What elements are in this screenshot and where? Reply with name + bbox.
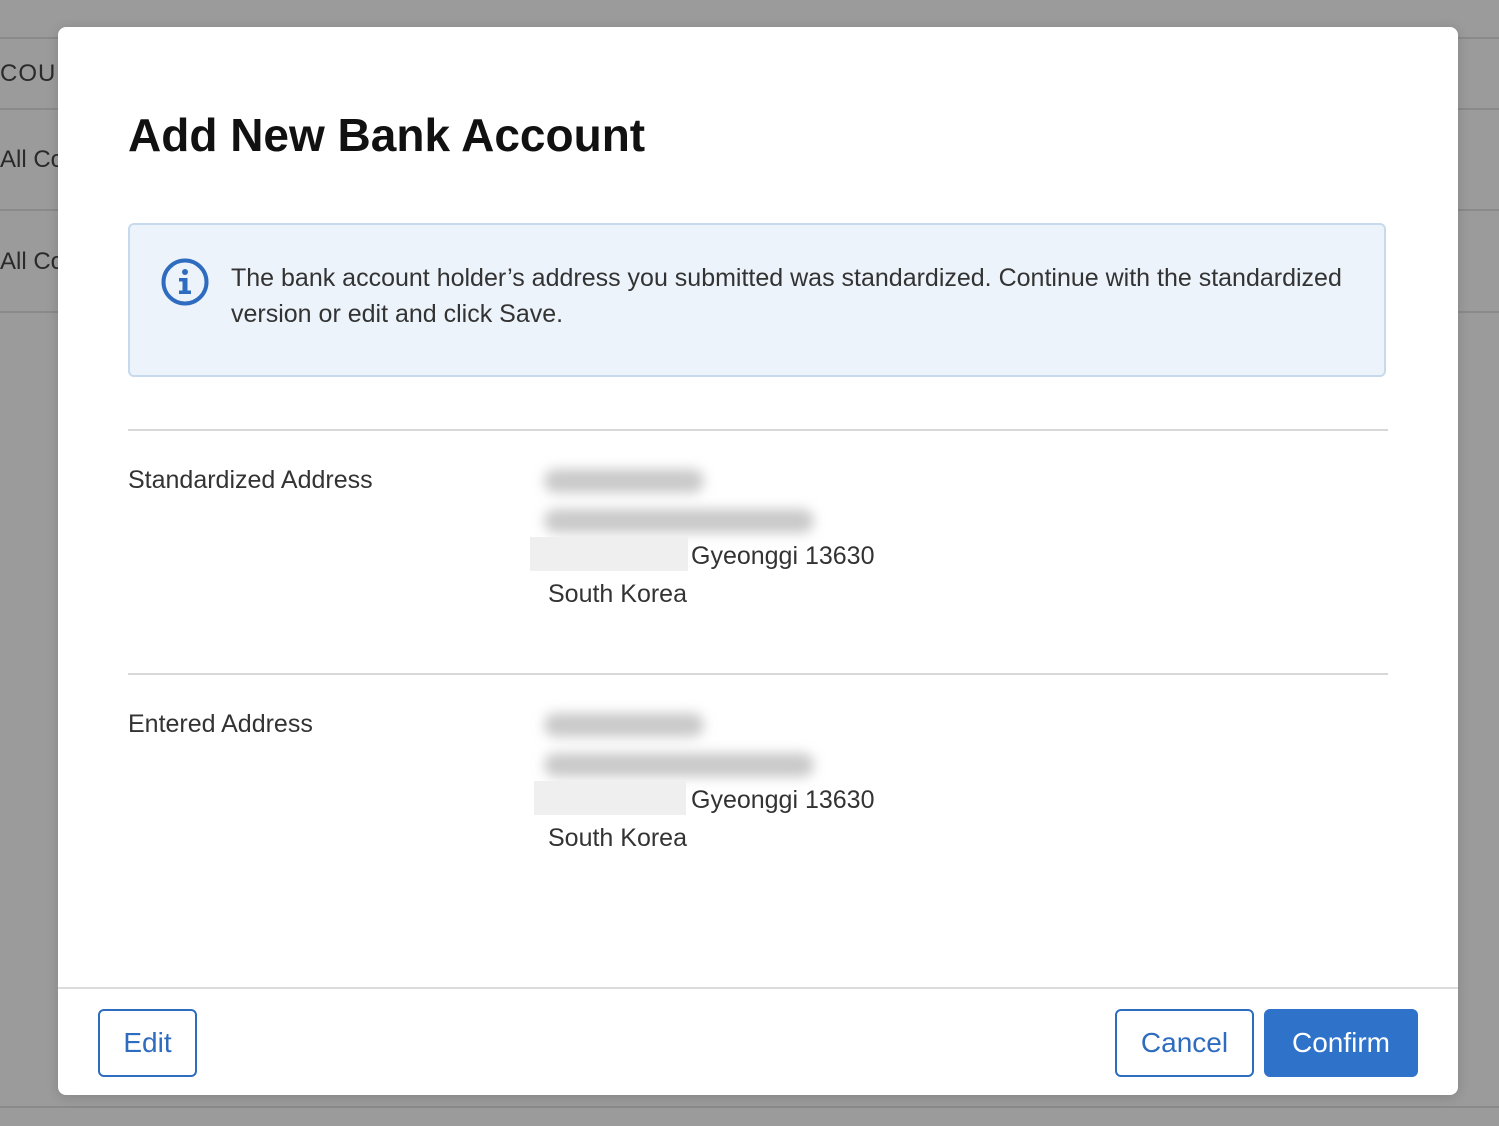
section-divider xyxy=(128,429,1388,431)
confirm-button[interactable]: Confirm xyxy=(1264,1009,1418,1077)
modal-title: Add New Bank Account xyxy=(128,109,646,161)
edit-button[interactable]: Edit xyxy=(98,1009,197,1077)
background-row-text: All Co xyxy=(0,248,65,275)
standardized-address: Gyeonggi 13630 South Korea xyxy=(530,452,950,612)
address-country: South Korea xyxy=(548,824,687,852)
info-circle-icon xyxy=(161,258,209,306)
redacted-city xyxy=(530,537,688,571)
address-region-line: Gyeonggi 13630 xyxy=(691,542,875,570)
redacted-city xyxy=(534,781,686,815)
entered-address-label: Entered Address xyxy=(128,710,313,738)
section-divider xyxy=(128,673,1388,675)
redacted-address-line xyxy=(544,753,814,777)
cancel-button[interactable]: Cancel xyxy=(1115,1009,1254,1077)
background-row-text: All Co xyxy=(0,146,65,173)
add-bank-account-modal: Add New Bank Account The bank account ho… xyxy=(58,27,1458,1095)
redacted-address-line xyxy=(544,469,704,493)
footer-divider xyxy=(58,987,1458,989)
info-alert: The bank account holder’s address you su… xyxy=(128,223,1386,377)
entered-address: Gyeonggi 13630 South Korea xyxy=(530,696,950,856)
redacted-address-line xyxy=(544,713,704,737)
standardized-address-label: Standardized Address xyxy=(128,466,373,494)
address-region-line: Gyeonggi 13630 xyxy=(691,786,875,814)
redacted-address-line xyxy=(544,509,814,533)
address-country: South Korea xyxy=(548,580,687,608)
background-divider xyxy=(0,1106,1499,1108)
info-message: The bank account holder’s address you su… xyxy=(231,264,1342,328)
